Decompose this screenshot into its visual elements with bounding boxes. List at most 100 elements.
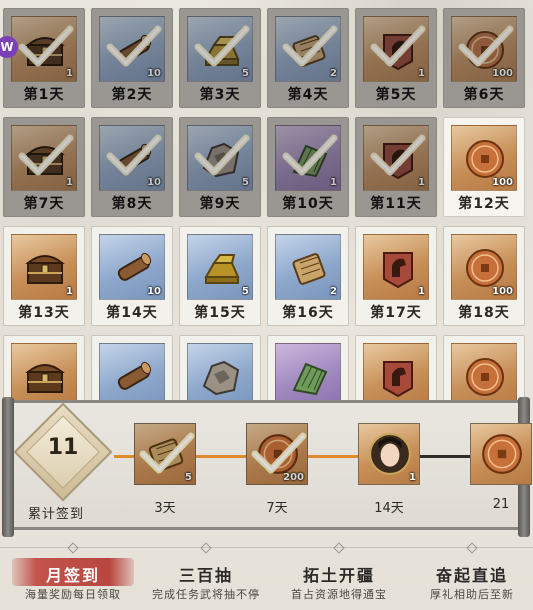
reward-quantity: 10 xyxy=(147,286,161,297)
reward-frame xyxy=(363,343,429,400)
tab-4[interactable]: 奋起直追 厚礼相助后至新 xyxy=(399,534,533,610)
day-label: 第8天 xyxy=(111,196,153,212)
day-reward-cell[interactable]: 1 第1天 xyxy=(3,8,85,108)
treasure-chest-icon xyxy=(25,364,65,393)
wood-log-icon xyxy=(117,252,152,281)
tab-marker-icon xyxy=(466,542,478,554)
reward-quantity: 1 xyxy=(418,286,425,297)
tab-title: 拓土开疆 xyxy=(302,566,375,585)
reward-quantity: 1 xyxy=(66,286,73,297)
milestone-reward[interactable]: 200 xyxy=(246,423,308,485)
day-reward-cell[interactable] xyxy=(443,335,525,400)
claimed-check-icon xyxy=(282,25,338,69)
milestone-reward[interactable] xyxy=(470,423,532,485)
tab-1[interactable]: 月签到 海量奖励每日领取 xyxy=(0,534,146,610)
day-reward-cell[interactable]: 5 第3天 xyxy=(179,8,261,108)
day-reward-cell[interactable]: 1 第13天 xyxy=(3,226,85,326)
reward-frame: 1 xyxy=(11,234,77,300)
bamboo-scroll-icon xyxy=(292,253,326,285)
portrait-avatar-icon xyxy=(369,433,411,475)
tab-marker-icon xyxy=(200,542,212,554)
reward-quantity: 1 xyxy=(66,68,73,79)
copper-coin-icon xyxy=(466,358,504,396)
claimed-check-icon xyxy=(251,432,307,480)
day-label: 第7天 xyxy=(23,196,65,212)
reward-frame xyxy=(187,343,253,400)
wood-log-icon xyxy=(117,361,152,390)
reward-frame: 10 xyxy=(99,234,165,300)
reward-frame xyxy=(11,343,77,400)
reward-quantity: 100 xyxy=(492,68,513,79)
reward-frame: 10 xyxy=(99,125,165,191)
daily-reward-grid: 1 第1天 10 第2天 5 第3天 2 第4天 1 第5天 100 第6天 1 第7天 10 第8天 5 第9天… xyxy=(3,8,530,400)
day-label: 第12天 xyxy=(458,196,510,212)
milestone-label: 7天 xyxy=(266,501,288,516)
day-reward-cell[interactable]: 2 第16天 xyxy=(267,226,349,326)
reward-quantity: 1 xyxy=(66,177,73,188)
reward-frame: 1 xyxy=(275,125,341,191)
day-reward-cell[interactable]: 100 第12天 xyxy=(443,117,525,217)
milestone-reward[interactable]: 5 xyxy=(134,423,196,485)
tab-subtitle: 厚礼相助后至新 xyxy=(430,588,514,601)
day-reward-cell[interactable]: 10 第8天 xyxy=(91,117,173,217)
cumulative-signin-panel: 11 累计签到 5 3天 200 7天 1 14天 21 xyxy=(2,397,532,537)
day-reward-cell[interactable]: 10 第2天 xyxy=(91,8,173,108)
tab-subtitle: 海量奖励每日领取 xyxy=(25,588,121,601)
reward-frame: 100 xyxy=(451,234,517,300)
day-label: 第6天 xyxy=(463,87,505,103)
day-reward-cell[interactable]: 5 第9天 xyxy=(179,117,261,217)
day-label: 第18天 xyxy=(458,305,510,321)
day-reward-cell[interactable] xyxy=(179,335,261,400)
tab-2[interactable]: 三百抽 完成任务武将抽不停 xyxy=(133,534,279,610)
reward-quantity: 1 xyxy=(418,68,425,79)
day-reward-cell[interactable]: 100 第18天 xyxy=(443,226,525,326)
reward-frame: 2 xyxy=(275,234,341,300)
day-label: 第13天 xyxy=(18,305,70,321)
claimed-check-icon xyxy=(139,432,195,480)
tab-subtitle: 首占资源地得通宝 xyxy=(291,588,387,601)
tab-3[interactable]: 拓土开疆首占资源地得通宝 xyxy=(266,534,412,610)
day-label: 第4天 xyxy=(287,87,329,103)
day-reward-cell[interactable] xyxy=(355,335,437,400)
reward-quantity: 10 xyxy=(147,68,161,79)
signin-count: 11 xyxy=(47,435,79,460)
reward-quantity: 5 xyxy=(242,177,249,188)
day-reward-cell[interactable]: 2 第4天 xyxy=(267,8,349,108)
reward-frame: 5 xyxy=(187,16,253,82)
claimed-check-icon xyxy=(370,25,426,69)
reward-quantity: 5 xyxy=(242,68,249,79)
day-reward-cell[interactable] xyxy=(267,335,349,400)
day-reward-cell[interactable]: 1 第17天 xyxy=(355,226,437,326)
day-reward-cell[interactable]: 1 第5天 xyxy=(355,8,437,108)
bamboo-slips-icon xyxy=(292,362,328,396)
milestone-label: 14天 xyxy=(374,501,404,516)
claimed-check-icon xyxy=(106,134,162,178)
reward-frame: 100 xyxy=(451,16,517,82)
day-reward-cell[interactable]: 100 第6天 xyxy=(443,8,525,108)
reward-frame: 5 xyxy=(187,125,253,191)
milestone-label: 21 xyxy=(492,497,510,512)
reward-quantity: 10 xyxy=(147,177,161,188)
day-label: 第1天 xyxy=(23,87,65,103)
milestone-reward[interactable]: 1 xyxy=(358,423,420,485)
day-reward-cell[interactable]: 1 第11天 xyxy=(355,117,437,217)
day-label: 第2天 xyxy=(111,87,153,103)
reward-frame: 1 xyxy=(363,234,429,300)
reward-frame xyxy=(275,343,341,400)
claimed-check-icon xyxy=(194,134,250,178)
day-reward-cell[interactable]: 1 第10天 xyxy=(267,117,349,217)
reward-frame xyxy=(99,343,165,400)
day-reward-cell[interactable]: 1 第7天 xyxy=(3,117,85,217)
horse-banner-icon xyxy=(383,252,413,289)
day-reward-cell[interactable]: 5 第15天 xyxy=(179,226,261,326)
claimed-check-icon xyxy=(106,25,162,69)
day-reward-cell[interactable] xyxy=(91,335,173,400)
milestone-label: 3天 xyxy=(154,501,176,516)
reward-quantity: 2 xyxy=(330,68,337,79)
copper-coin-icon xyxy=(466,249,504,287)
claimed-check-icon xyxy=(370,134,426,178)
day-reward-cell[interactable]: 10 第14天 xyxy=(91,226,173,326)
day-reward-cell[interactable] xyxy=(3,335,85,400)
day-label: 第3天 xyxy=(199,87,241,103)
day-label: 第17天 xyxy=(370,305,422,321)
